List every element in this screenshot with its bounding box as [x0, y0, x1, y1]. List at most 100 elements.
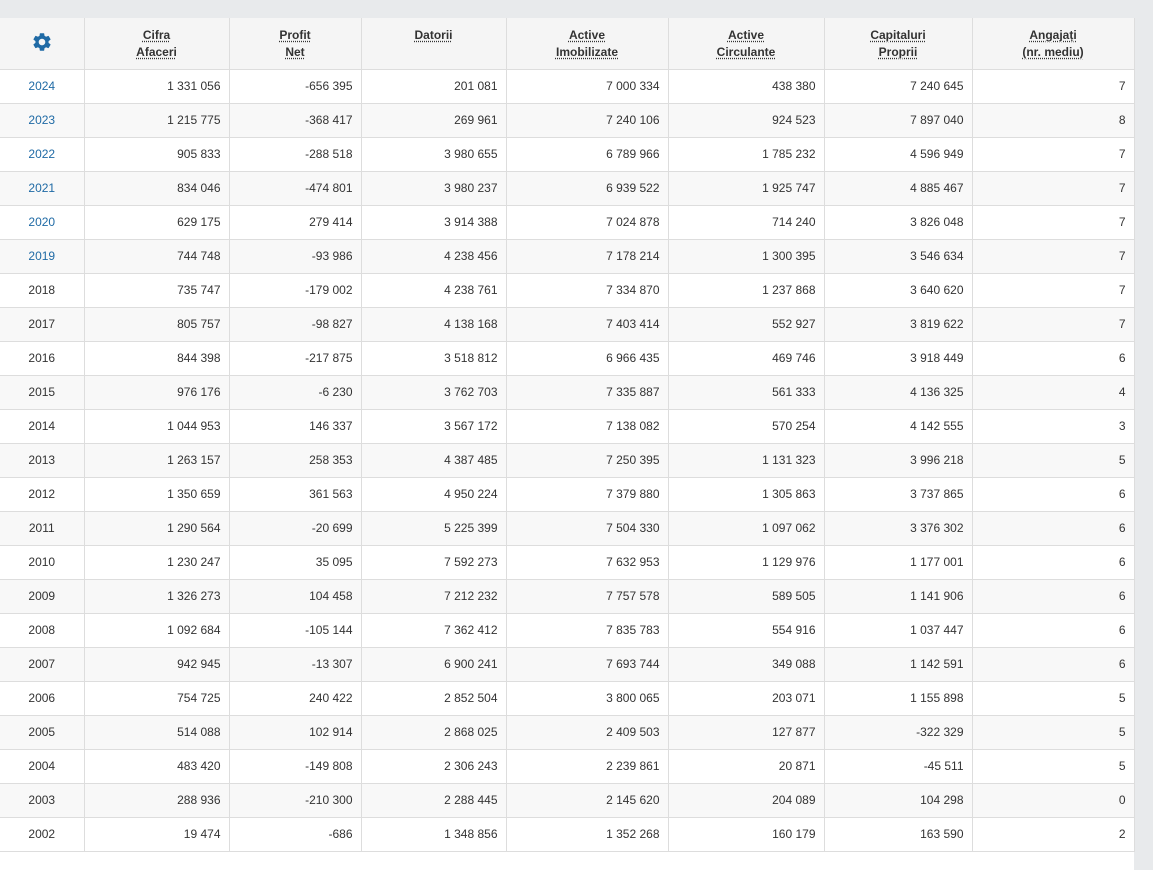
header-cifra-afaceri[interactable]: Cifra Afaceri — [84, 18, 230, 70]
cell-active-circulante: 552 927 — [668, 307, 825, 342]
year-cell: 2008 — [0, 613, 85, 648]
year-cell[interactable]: 2023 — [0, 103, 85, 138]
cell-profit-net: 279 414 — [229, 205, 362, 240]
cell-capitaluri-proprii: 3 918 449 — [824, 341, 973, 376]
table-row: 2008 1 092 684 -105 144 7 362 412 7 835 783 5… — [0, 613, 1135, 648]
cell-datorii: 3 567 172 — [361, 409, 507, 444]
cell-datorii: 7 592 273 — [361, 545, 507, 580]
cell-active-imobilizate: 7 403 414 — [506, 307, 669, 342]
cell-angajati: 6 — [972, 341, 1135, 376]
cell-datorii: 3 518 812 — [361, 341, 507, 376]
year-label: 2008 — [28, 623, 56, 637]
cell-capitaluri-proprii: 3 376 302 — [824, 511, 973, 546]
header-datorii[interactable]: Datorii — [361, 18, 507, 70]
year-link[interactable]: 2021 — [28, 181, 55, 195]
cell-active-imobilizate: 6 966 435 — [506, 341, 669, 376]
year-label: 2007 — [28, 657, 56, 671]
cell-datorii: 2 288 445 — [361, 783, 507, 818]
year-link[interactable]: 2022 — [28, 147, 55, 161]
table-row: 2020 629 175 279 414 3 914 388 7 024 878 714 … — [0, 205, 1135, 240]
year-link[interactable]: 2023 — [28, 113, 55, 127]
header-capitaluri-proprii[interactable]: Capitaluri Proprii — [824, 18, 973, 70]
cell-active-imobilizate: 7 240 106 — [506, 103, 669, 138]
cell-active-circulante: 127 877 — [668, 715, 825, 750]
header-active-circulante[interactable]: Active Circulante — [668, 18, 825, 70]
cell-cifra-afaceri: 744 748 — [84, 239, 230, 274]
cell-cifra-afaceri: 735 747 — [84, 273, 230, 308]
header-row: Cifra Afaceri Profit Net Datorii Active Imo… — [0, 18, 1135, 70]
cell-datorii: 4 238 761 — [361, 273, 507, 308]
cell-angajati: 7 — [972, 69, 1135, 104]
cell-active-circulante: 1 925 747 — [668, 171, 825, 206]
table-row: 2023 1 215 775 -368 417 269 961 7 240 106 924… — [0, 103, 1135, 138]
cell-profit-net: -6 230 — [229, 375, 362, 410]
cell-angajati: 2 — [972, 817, 1135, 852]
cell-cifra-afaceri: 1 350 659 — [84, 477, 230, 512]
cell-active-circulante: 349 088 — [668, 647, 825, 682]
table-row: 2012 1 350 659 361 563 4 950 224 7 379 880 1 … — [0, 477, 1135, 512]
header-profit-net[interactable]: Profit Net — [229, 18, 362, 70]
cell-profit-net: -217 875 — [229, 341, 362, 376]
cell-capitaluri-proprii: 3 826 048 — [824, 205, 973, 240]
cell-cifra-afaceri: 834 046 — [84, 171, 230, 206]
cell-cifra-afaceri: 288 936 — [84, 783, 230, 818]
year-cell[interactable]: 2022 — [0, 137, 85, 172]
cell-profit-net: -93 986 — [229, 239, 362, 274]
cell-angajati: 6 — [972, 545, 1135, 580]
cell-angajati: 8 — [972, 103, 1135, 138]
cell-angajati: 3 — [972, 409, 1135, 444]
cell-capitaluri-proprii: 3 819 622 — [824, 307, 973, 342]
table-row: 2005 514 088 102 914 2 868 025 2 409 503 127 … — [0, 715, 1135, 750]
cell-active-imobilizate: 7 178 214 — [506, 239, 669, 274]
table-row: 2022 905 833 -288 518 3 980 655 6 789 966 1 7… — [0, 137, 1135, 172]
table-body: 2024 1 331 056 -656 395 201 081 7 000 334 438… — [0, 69, 1135, 852]
year-label: 2004 — [28, 759, 56, 773]
year-link[interactable]: 2019 — [28, 249, 55, 263]
cell-capitaluri-proprii: 4 136 325 — [824, 375, 973, 410]
year-cell: 2011 — [0, 511, 85, 546]
cell-angajati: 7 — [972, 137, 1135, 172]
cell-angajati: 7 — [972, 171, 1135, 206]
cell-profit-net: -656 395 — [229, 69, 362, 104]
gear-icon[interactable] — [31, 31, 53, 53]
cell-angajati: 5 — [972, 715, 1135, 750]
cell-angajati: 6 — [972, 477, 1135, 512]
cell-angajati: 6 — [972, 647, 1135, 682]
year-cell: 2007 — [0, 647, 85, 682]
table-row: 2024 1 331 056 -656 395 201 081 7 000 334 438… — [0, 69, 1135, 104]
year-cell[interactable]: 2020 — [0, 205, 85, 240]
header-angajati[interactable]: Angajați (nr. mediu) — [972, 18, 1135, 70]
cell-cifra-afaceri: 514 088 — [84, 715, 230, 750]
cell-datorii: 2 852 504 — [361, 681, 507, 716]
cell-profit-net: -474 801 — [229, 171, 362, 206]
cell-active-circulante: 1 129 976 — [668, 545, 825, 580]
table-row: 2011 1 290 564 -20 699 5 225 399 7 504 330 1 … — [0, 511, 1135, 546]
cell-cifra-afaceri: 1 290 564 — [84, 511, 230, 546]
year-cell[interactable]: 2024 — [0, 69, 85, 104]
cell-active-circulante: 203 071 — [668, 681, 825, 716]
table-row: 2014 1 044 953 146 337 3 567 172 7 138 082 57… — [0, 409, 1135, 444]
cell-datorii: 2 868 025 — [361, 715, 507, 750]
year-cell[interactable]: 2021 — [0, 171, 85, 206]
year-cell: 2018 — [0, 273, 85, 308]
cell-active-imobilizate: 7 024 878 — [506, 205, 669, 240]
cell-active-circulante: 1 237 868 — [668, 273, 825, 308]
header-active-imobilizate[interactable]: Active Imobilizate — [506, 18, 669, 70]
cell-capitaluri-proprii: 1 155 898 — [824, 681, 973, 716]
year-cell: 2009 — [0, 579, 85, 614]
year-link[interactable]: 2020 — [28, 215, 55, 229]
cell-capitaluri-proprii: 163 590 — [824, 817, 973, 852]
cell-cifra-afaceri: 1 230 247 — [84, 545, 230, 580]
year-cell: 2017 — [0, 307, 85, 342]
year-link[interactable]: 2024 — [28, 79, 55, 93]
cell-angajati: 4 — [972, 375, 1135, 410]
cell-angajati: 6 — [972, 613, 1135, 648]
cell-active-imobilizate: 7 632 953 — [506, 545, 669, 580]
year-cell[interactable]: 2019 — [0, 239, 85, 274]
cell-active-imobilizate: 7 250 395 — [506, 443, 669, 478]
cell-datorii: 4 138 168 — [361, 307, 507, 342]
cell-cifra-afaceri: 1 044 953 — [84, 409, 230, 444]
cell-capitaluri-proprii: 1 141 906 — [824, 579, 973, 614]
cell-active-imobilizate: 6 939 522 — [506, 171, 669, 206]
table-row: 2009 1 326 273 104 458 7 212 232 7 757 578 58… — [0, 579, 1135, 614]
